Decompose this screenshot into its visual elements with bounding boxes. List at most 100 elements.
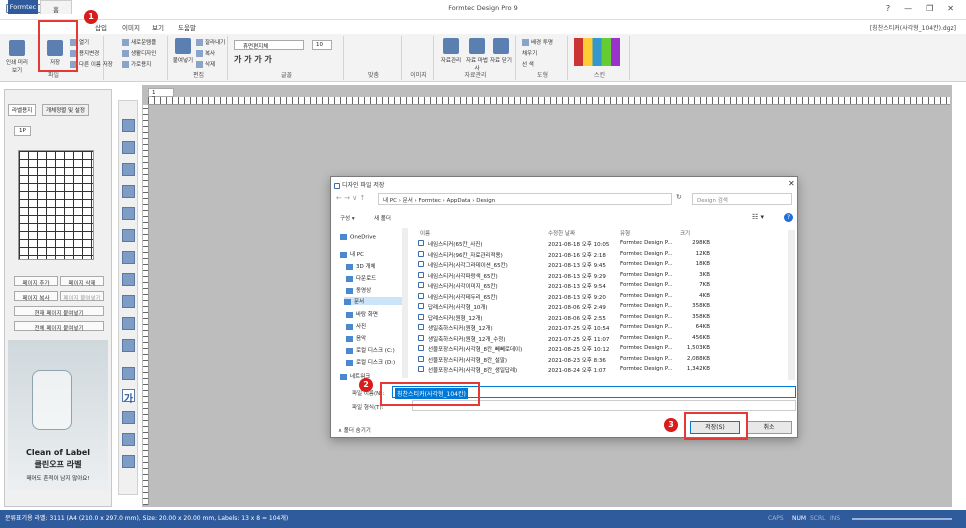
file-row[interactable]: 네임스티커(사각테두리_65칸) 2021-08-13 오후 9:20 Formte…	[418, 292, 788, 302]
nav-scrollbar[interactable]	[402, 228, 408, 378]
paste-current-page-button[interactable]: 현재 페이지 붙여넣기	[14, 306, 104, 317]
nav-3d[interactable]: 3D 개체	[346, 262, 376, 270]
zoom-slider[interactable]	[852, 518, 952, 520]
nav-disk-c[interactable]: 로컬 디스크 (C:)	[346, 346, 395, 354]
data-close-button[interactable]: 자료 닫기	[490, 38, 512, 64]
nav-onedrive[interactable]: OneDrive	[340, 234, 376, 241]
nav-my-pc[interactable]: 내 PC	[340, 250, 364, 258]
add-page-button[interactable]: 페이지 추가	[14, 276, 58, 287]
hide-folders-button[interactable]: ∧ 폴더 숨기기	[338, 426, 371, 434]
file-row[interactable]: 선물포장스티커(사각형_8칸_생일답례) 2021-08-24 오후 1:07 Fo…	[418, 366, 788, 375]
file-row[interactable]: 답례스티커(사각형_10개) 2021-08-06 오후 2:49 Formtec …	[418, 303, 788, 312]
line-color-button[interactable]: 선 색	[522, 60, 534, 68]
chart-tool-icon[interactable]	[122, 339, 135, 352]
new-folder-button[interactable]: 새 폴더	[374, 214, 391, 222]
tab-insert[interactable]: 삽입	[95, 22, 107, 32]
skin-gallery[interactable]	[574, 38, 620, 66]
file-row[interactable]: 네임스티커(사각파랑색_65칸) 2021-08-13 오후 9:29 Formte…	[418, 271, 788, 281]
col-size[interactable]: 크기	[680, 229, 690, 237]
page-tool-icon[interactable]	[122, 367, 135, 380]
file-row[interactable]: 네임스티커(96칸_자료관리적용) 2021-08-16 오후 2:18 Formt…	[418, 250, 788, 260]
line-tool-icon[interactable]	[122, 251, 135, 264]
barcode-tool-icon[interactable]	[122, 207, 135, 220]
new-template-button[interactable]: 새로운템플	[122, 38, 156, 46]
tab-home[interactable]: 홈	[40, 0, 72, 14]
font-size-select[interactable]: 10	[312, 40, 332, 50]
nav-documents[interactable]: 문서	[344, 297, 404, 305]
files-scrollbar[interactable]	[788, 230, 795, 380]
help-icon[interactable]: ?	[784, 213, 793, 222]
nav-pictures[interactable]: 사진	[346, 322, 366, 330]
fill-color-button[interactable]: 채우기	[522, 49, 537, 57]
tab-label-paper[interactable]: 라벨용지	[8, 104, 37, 116]
organize-button[interactable]: 구성 ▾	[340, 214, 355, 222]
landscape-button[interactable]: 가로용지	[122, 60, 151, 68]
file-row[interactable]: 선물포장스티커(사각형_8칸_빼빼로데이) 2021-08-25 오후 10:12…	[418, 345, 788, 354]
tab-image[interactable]: 이미지	[122, 22, 140, 32]
bg-transparent-checkbox[interactable]: 배경 투명	[522, 38, 553, 46]
tab-help[interactable]: 도움말	[178, 22, 196, 32]
dialog-close-icon[interactable]: ✕	[788, 179, 795, 188]
shape-tool-icon[interactable]	[122, 273, 135, 286]
file-row[interactable]: 네임스티커(65칸_사진) 2021-08-18 오후 10:05 Formtec …	[418, 240, 788, 249]
file-row[interactable]: 네임스티커(사각그라데이션_65칸) 2021-08-13 오후 9:45 Form…	[418, 261, 788, 270]
dialog-cancel-button[interactable]: 취소	[746, 421, 792, 434]
table-tool-icon[interactable]	[122, 229, 135, 242]
select-tool-icon[interactable]	[122, 119, 135, 132]
file-row[interactable]: 생일축하스티커(원형_12개) 2021-07-25 오후 10:54 Formte…	[418, 324, 788, 333]
col-name[interactable]: 이름	[420, 229, 430, 237]
cut-button[interactable]: 잘라내기	[196, 38, 225, 46]
file-row[interactable]: 생일축하스티커(원형_12개_수정) 2021-07-25 오후 11:07 For…	[418, 334, 788, 344]
address-bar[interactable]: 내 PC › 문서 › Formtec › AppData › Design	[378, 193, 672, 205]
paste-all-pages-button[interactable]: 전체 페이지 붙여넣기	[14, 321, 104, 332]
frame-tool-icon[interactable]	[122, 411, 135, 424]
help-icon[interactable]: ?	[886, 4, 890, 13]
col-date[interactable]: 수정한 날짜	[548, 229, 575, 237]
print-preview-button[interactable]: 인쇄 미리보기	[6, 40, 28, 74]
nav-arrows[interactable]: ← → ∨ ↑	[336, 194, 365, 202]
file-row[interactable]: 답례스티커(원형_12개) 2021-08-06 오후 2:55 Formtec D…	[418, 313, 788, 323]
tab-object-align[interactable]: 개체정렬 및 설정	[42, 104, 89, 116]
nav-desktop[interactable]: 바탕 화면	[346, 310, 378, 318]
nav-disk-d[interactable]: 로컬 디스크 (D:)	[346, 358, 395, 366]
tab-file[interactable]: Formtec	[8, 0, 38, 14]
page-tab-1p[interactable]: 1P	[14, 126, 31, 136]
copy-button[interactable]: 복사	[196, 49, 215, 57]
nav-downloads[interactable]: 다운로드	[346, 274, 376, 282]
tab-view[interactable]: 보기	[152, 22, 164, 32]
font-style-buttons[interactable]: 가 가 가 가	[234, 54, 272, 65]
group-label-image: 이미지	[410, 72, 427, 79]
canvas-page-tab[interactable]: 1 Page	[148, 88, 174, 102]
view-options-icon[interactable]: ☷ ▾	[752, 213, 764, 221]
nav-videos[interactable]: 동영상	[346, 286, 371, 294]
qr-tool-icon[interactable]	[122, 185, 135, 198]
label-grid-preview[interactable]	[18, 150, 94, 260]
restore-icon[interactable]: ❐	[926, 4, 933, 13]
file-type: Formtec Design P...	[620, 250, 673, 257]
grid-tool-icon[interactable]	[122, 317, 135, 330]
life-design-button[interactable]: 생활디자인	[122, 49, 156, 57]
crop-tool-icon[interactable]	[122, 141, 135, 154]
col-type[interactable]: 유형	[620, 229, 630, 237]
nav-music[interactable]: 음악	[346, 334, 366, 342]
file-row[interactable]: 네임스티커(사각이미지_65칸) 2021-08-13 오후 9:54 Formte…	[418, 282, 788, 291]
photo-tool-icon[interactable]	[122, 433, 135, 446]
data-wizard-button[interactable]: 자료 마법사	[466, 38, 488, 72]
data-manage-button[interactable]: 자료관리	[440, 38, 462, 64]
lock-tool-icon[interactable]	[122, 295, 135, 308]
image-tool-icon[interactable]	[122, 163, 135, 176]
ad-banner[interactable]: Clean of Label 클린오프 라벨 떼어도 흔적이 남지 않아요!	[8, 340, 108, 490]
close-icon[interactable]: ✕	[947, 4, 954, 13]
text-tool-icon[interactable]: 가	[122, 389, 135, 405]
refresh-icon[interactable]: ↻	[676, 193, 682, 201]
font-name-select[interactable]: 휴먼편지체	[234, 40, 304, 50]
paste-button[interactable]: 붙여넣기	[172, 38, 194, 64]
file-row[interactable]: 선물포장스티커(사각형_8칸_설말) 2021-08-23 오후 8:36 Form…	[418, 355, 788, 365]
paste-page-button[interactable]: 페이지 붙여넣기	[60, 291, 104, 302]
delete-page-button[interactable]: 페이지 삭제	[60, 276, 104, 287]
disc-tool-icon[interactable]	[122, 455, 135, 468]
search-input[interactable]: Design 검색	[692, 193, 792, 205]
minimize-icon[interactable]: —	[904, 4, 912, 13]
delete-button[interactable]: 삭제	[196, 60, 215, 68]
copy-page-button[interactable]: 페이지 복사	[14, 291, 58, 302]
